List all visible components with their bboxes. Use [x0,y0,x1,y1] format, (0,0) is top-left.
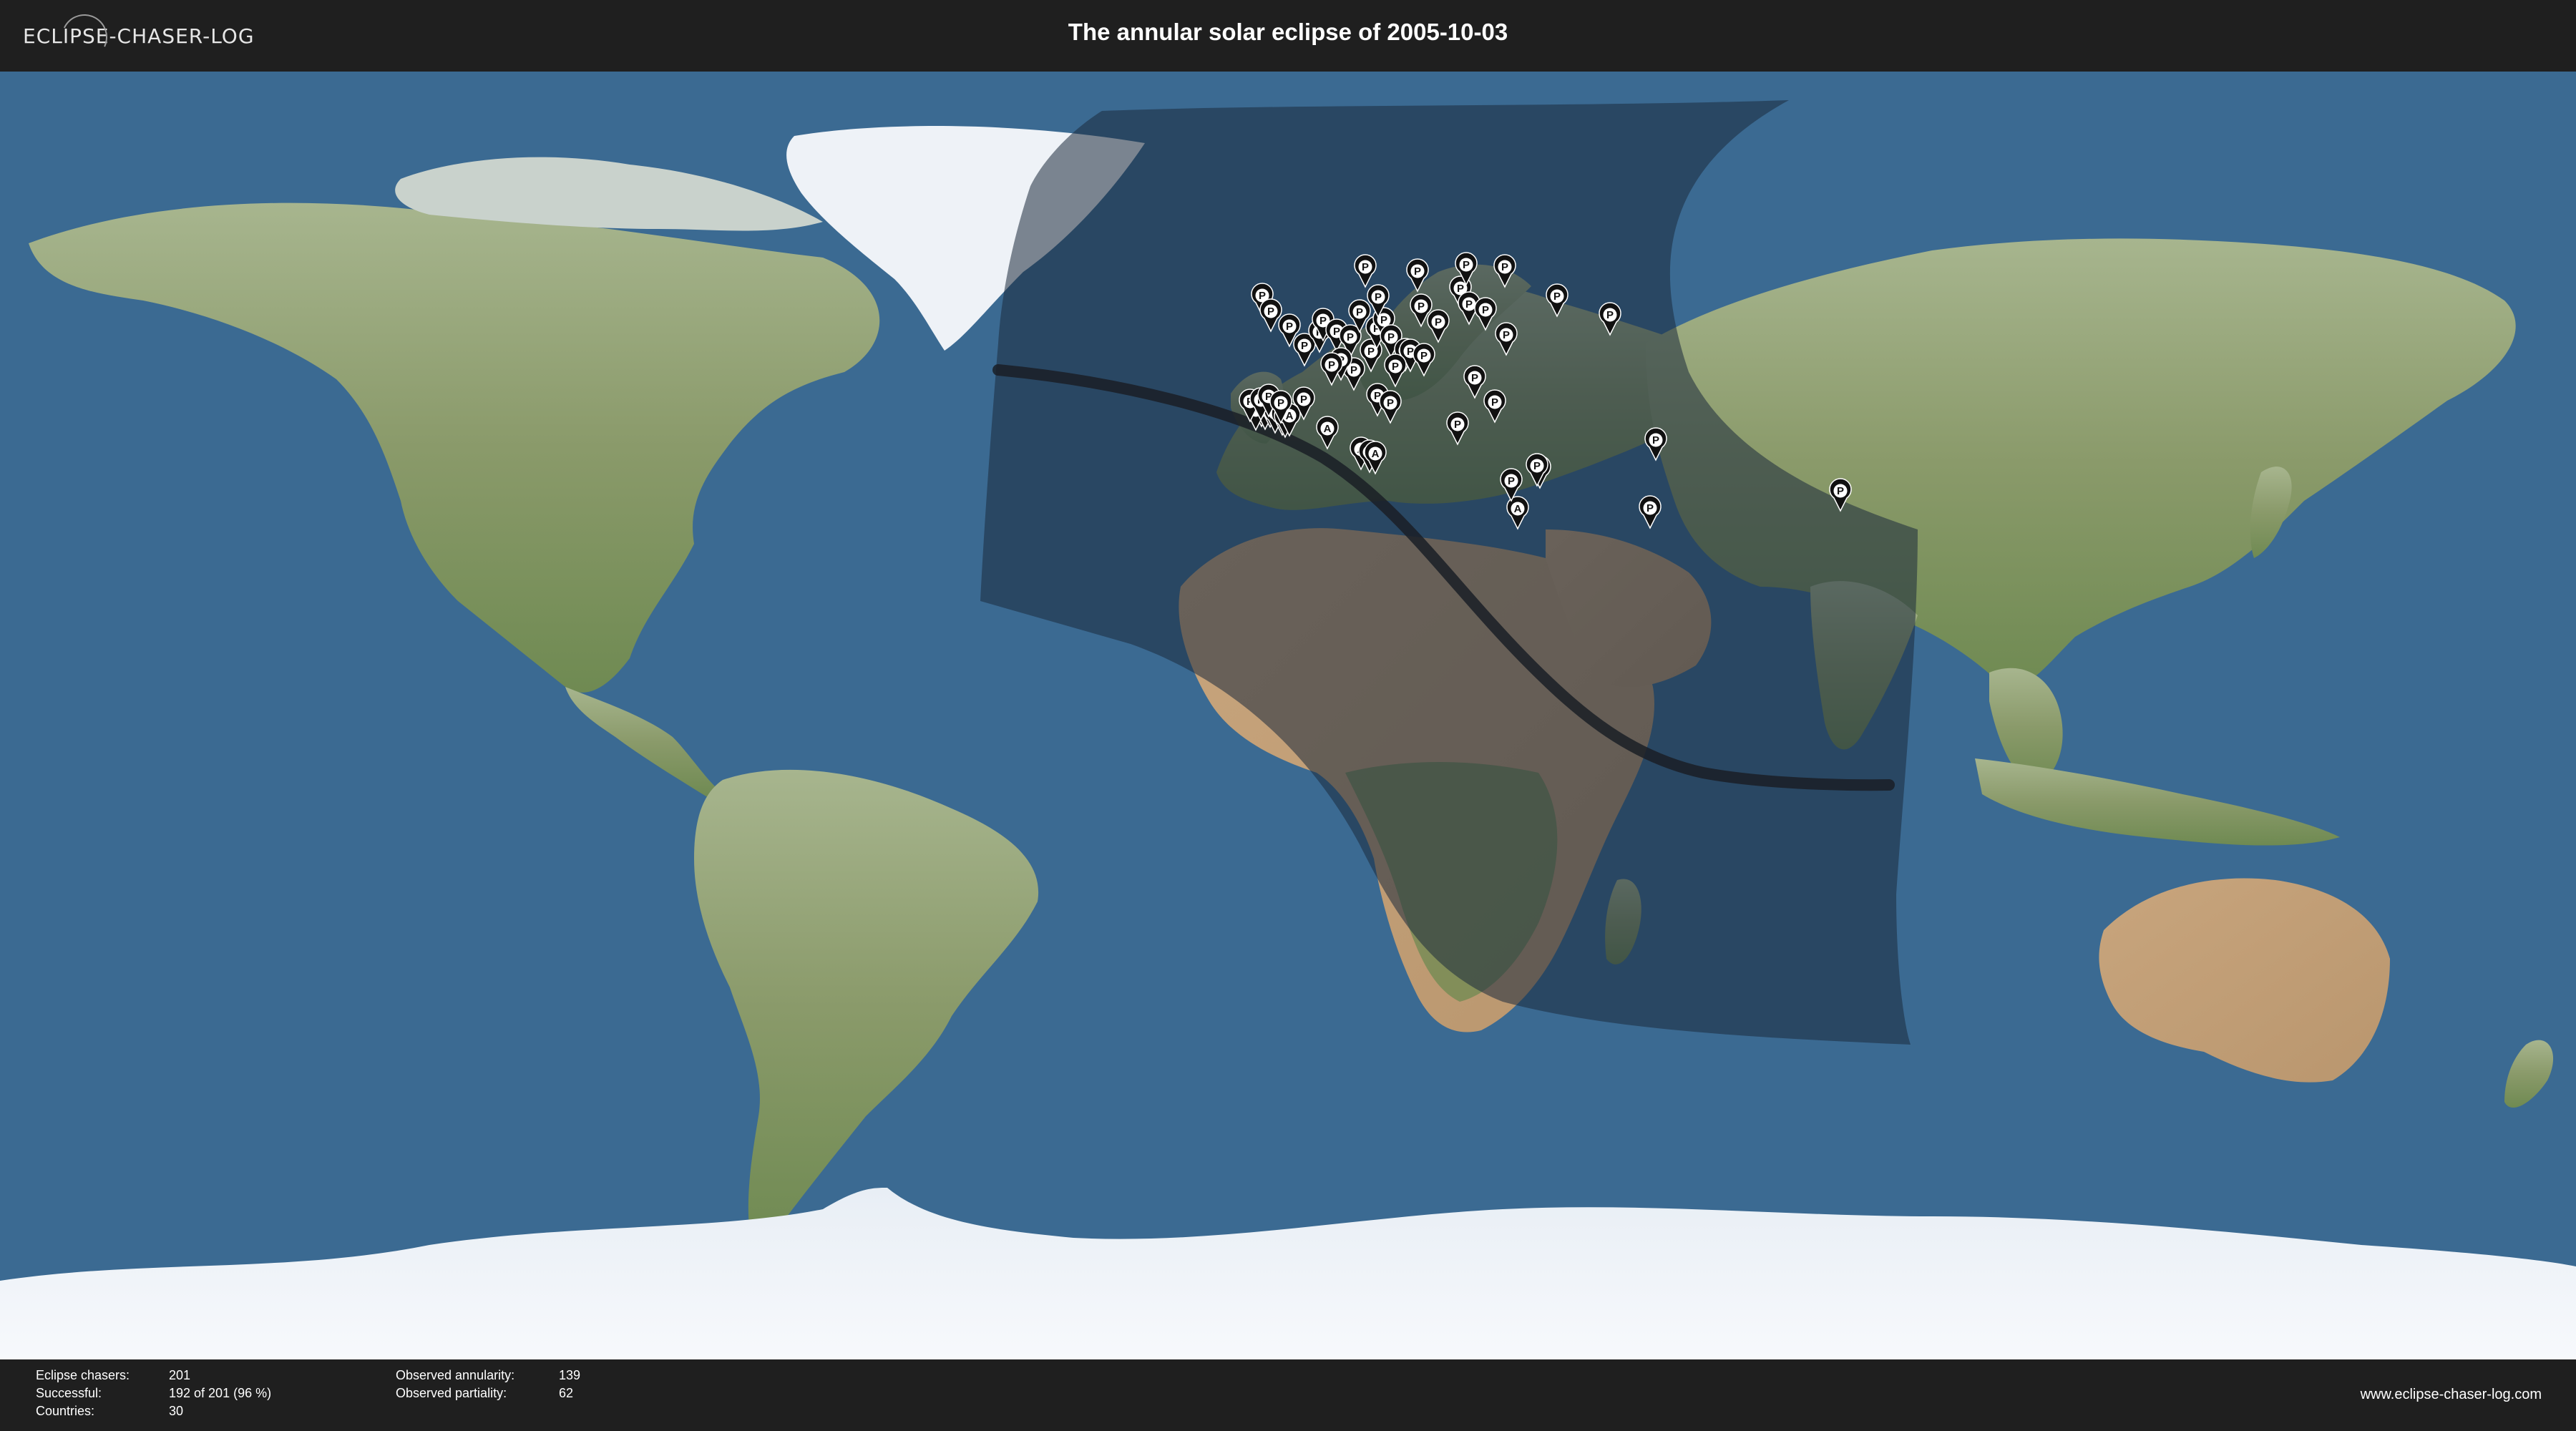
stat-value: 201 [169,1368,191,1382]
pin-type-label: P [1347,331,1354,343]
stat-value: 139 [559,1368,581,1382]
pin-type-label: A [1372,448,1380,460]
pin-type-label: P [1463,259,1470,271]
pin-type-label: P [1454,419,1461,431]
pin-type-label: P [1606,309,1614,321]
pin-type-label: P [1652,434,1659,446]
header-bar: ECLIPSE-CHASER-LOG The annular solar ecl… [0,0,2576,72]
pin-type-label: P [1457,283,1464,295]
pin-type-label: A [1324,423,1332,435]
pin-type-label: P [1553,290,1561,303]
pin-type-label: P [1508,475,1515,487]
stat-label: Countries: [36,1404,95,1418]
pin-type-label: P [1837,485,1844,497]
pin-type-label: P [1533,460,1541,472]
stat-value: 62 [559,1386,574,1400]
pin-type-label: P [1435,316,1442,328]
stat-label: Eclipse chasers: [36,1368,130,1382]
pin-type-label: P [1267,306,1274,318]
pin-type-label: P [1482,304,1489,316]
stat-label: Observed partiality: [396,1386,507,1400]
page-title: The annular solar eclipse of 2005-10-03 [1068,19,1508,45]
pin-type-label: P [1387,331,1395,343]
pin-type-label: P [1491,396,1498,409]
footer-bar: Eclipse chasers: 201 Successful: 192 of … [0,1359,2576,1431]
pin-type-label: P [1301,340,1308,352]
pin-type-label: P [1277,397,1284,409]
pin-type-label: P [1328,359,1335,371]
world-map[interactable]: AAAAAAAAPPPPPAAAAAPPPPPPPPPPPPPPPPPPPPPP… [0,72,2576,1359]
pin-type-label: P [1414,265,1421,278]
stat-label: Observed annularity: [396,1368,515,1382]
pin-type-label: P [1503,329,1510,341]
website-link[interactable]: www.eclipse-chaser-log.com [2361,1387,2542,1403]
pin-type-label: P [1501,261,1508,273]
pin-type-label: P [1286,321,1293,333]
pin-type-label: P [1392,361,1399,373]
pin-type-label: P [1420,350,1428,362]
pin-type-label: P [1300,394,1307,406]
pin-type-label: P [1259,290,1266,302]
stat-label: Successful: [36,1386,102,1400]
pin-type-label: P [1380,314,1387,326]
stat-value: 192 of 201 (96 %) [169,1386,272,1400]
pin-type-label: P [1350,364,1357,376]
pin-type-label: A [1514,503,1522,515]
pin-type-label: P [1465,298,1473,311]
pin-type-label: P [1362,261,1369,273]
pin-type-label: P [1418,301,1425,313]
pin-type-label: P [1375,291,1382,303]
pin-type-label: P [1387,397,1394,409]
pin-type-label: P [1367,346,1375,358]
pin-type-label: P [1356,306,1363,318]
pin-type-label: P [1646,502,1654,514]
pin-type-label: P [1319,315,1327,327]
stat-value: 30 [169,1404,184,1418]
pin-type-label: P [1471,372,1478,384]
